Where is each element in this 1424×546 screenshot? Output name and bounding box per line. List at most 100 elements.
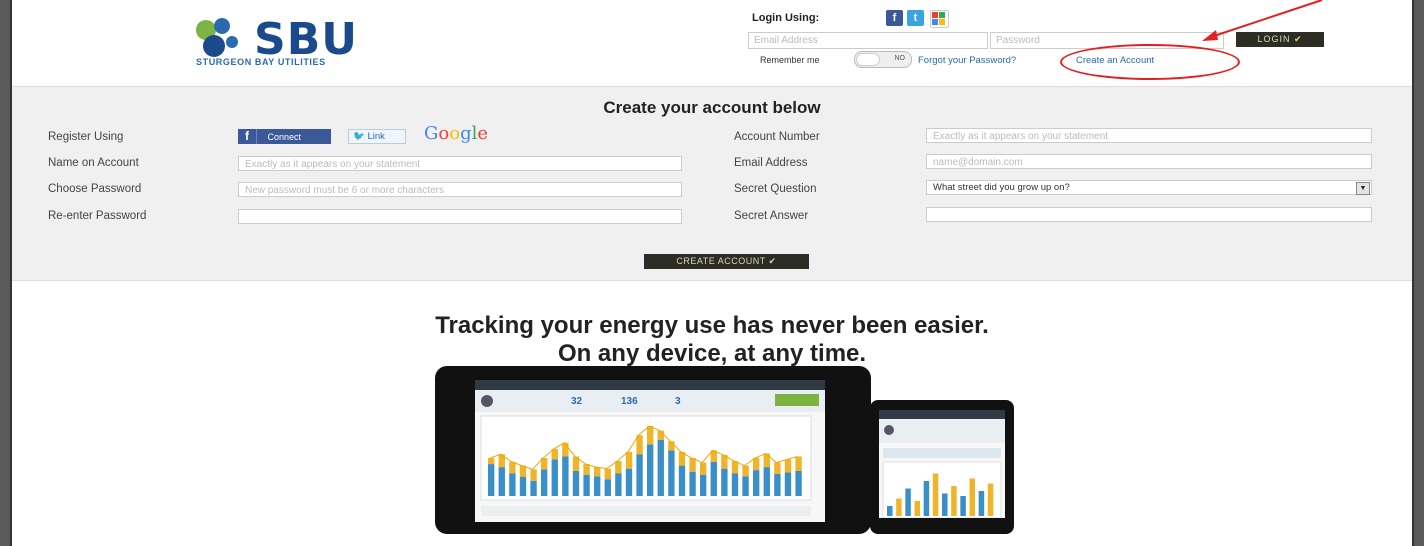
tablet-bar (700, 474, 707, 496)
tablet-bar-overlay (700, 462, 707, 475)
email-address-input[interactable]: name@domain.com (926, 154, 1372, 169)
phone-bar (960, 496, 966, 516)
tablet-dashboard-graphic: 32 136 3 (475, 380, 825, 516)
panel-title: Create your account below (603, 98, 821, 117)
phone-bar (914, 501, 920, 516)
tablet-bar-overlay (763, 453, 770, 468)
tablet-bar (551, 459, 558, 496)
annotation-arrow-icon (1202, 0, 1323, 41)
tablet-bar (509, 473, 516, 496)
stat-value-2: 136 (621, 396, 638, 407)
tablet-bar-overlay (753, 458, 760, 471)
tablet-bar (668, 450, 675, 496)
account-number-label: Account Number (734, 131, 820, 143)
phone-device-image (870, 400, 1014, 534)
reenter-password-input[interactable] (238, 209, 682, 224)
name-on-account-input[interactable]: Exactly as it appears on your statement (238, 156, 682, 171)
promo-headline: Tracking your energy use has never been … (12, 312, 1412, 368)
name-on-account-label: Name on Account (48, 157, 139, 169)
tablet-bar (678, 465, 686, 496)
tablet-bar (721, 468, 728, 496)
create-account-panel: Create your account below Register Using… (12, 87, 1412, 281)
phone-bar (951, 486, 957, 516)
phone-bar (932, 473, 939, 516)
tablet-bar-overlay (647, 426, 654, 445)
promo-line-2: On any device, at any time. (557, 340, 867, 367)
facebook-connect-button[interactable]: f Connect (238, 129, 331, 144)
browser-page: SBU STURGEON BAY UTILITIES Login Using: … (10, 0, 1414, 546)
phone-dashboard-graphic (879, 410, 1005, 526)
tablet-bar-overlay (604, 468, 611, 480)
chevron-down-icon[interactable]: ▼ (1356, 182, 1370, 195)
tablet-bar-overlay (594, 467, 601, 477)
tablet-bar (572, 470, 580, 496)
facebook-connect-label: Connect (267, 132, 302, 142)
phone-dashboard-screenshot (879, 410, 1005, 526)
tablet-bar (647, 444, 654, 496)
phone-bar (923, 481, 930, 516)
account-number-input[interactable]: Exactly as it appears on your statement (926, 128, 1372, 143)
tablet-bar-overlay (509, 461, 516, 474)
tablet-bar (753, 470, 760, 496)
reenter-password-label: Re-enter Password (48, 210, 147, 222)
phone-bar (978, 491, 985, 516)
phone-bar (896, 498, 902, 516)
tablet-bar-overlay (689, 458, 696, 472)
google-register-button[interactable]: Google (424, 123, 488, 144)
tablet-bar (583, 474, 590, 496)
tablet-bar (689, 471, 696, 496)
tablet-bar (774, 473, 781, 496)
phone-bar (969, 478, 975, 516)
tablet-bar-overlay (774, 462, 781, 474)
stat-value-3: 3 (675, 396, 681, 407)
tablet-bar (763, 467, 770, 496)
choose-password-input[interactable]: New password must be 6 or more character… (238, 182, 682, 197)
stat-value-1: 32 (571, 396, 583, 407)
tablet-bar (562, 456, 569, 496)
tablet-bar (710, 461, 717, 496)
tablet-bar (519, 477, 527, 496)
secret-answer-label: Secret Answer (734, 210, 809, 222)
tablet-device-image: 32 136 3 (435, 366, 871, 534)
tablet-bar-overlay (519, 465, 527, 477)
tablet-bar-overlay (530, 469, 537, 481)
tablet-bar (795, 470, 802, 496)
tablet-bar (731, 473, 739, 496)
tablet-bar (615, 473, 622, 496)
tablet-bar-overlay (625, 451, 633, 469)
tablet-bar (594, 476, 601, 496)
tablet-bar-overlay (742, 465, 749, 477)
tablet-dashboard-screenshot: 32 136 3 (475, 380, 825, 522)
tablet-bar (498, 467, 505, 496)
secret-question-value: What street did you grow up on? (933, 182, 1070, 193)
promo-line-1: Tracking your energy use has never been … (435, 312, 989, 339)
tablet-bar (625, 468, 633, 496)
secret-question-label: Secret Question (734, 183, 817, 195)
tablet-bar (742, 476, 749, 496)
tablet-bar-overlay (488, 458, 495, 465)
twitter-link-button[interactable]: 🐦 Link (348, 129, 406, 144)
create-account-button[interactable]: CREATE ACCOUNT ✔ (644, 254, 809, 269)
email-address-label: Email Address (734, 157, 808, 169)
tablet-bar (530, 480, 537, 496)
tablet-bar-overlay (615, 461, 622, 474)
tablet-bar-overlay (583, 464, 590, 475)
phone-bar (887, 506, 893, 516)
phone-bar (987, 483, 994, 516)
phone-bar (905, 488, 911, 516)
facebook-icon: f (238, 129, 257, 144)
tablet-bar (604, 479, 611, 496)
twitter-bird-icon: 🐦 (353, 131, 365, 142)
tablet-bar (784, 472, 792, 496)
tablet-bar (488, 464, 495, 496)
tablet-bar-overlay (784, 459, 792, 473)
tablet-bar (657, 439, 664, 496)
register-using-label: Register Using (48, 131, 124, 143)
tablet-bar (541, 469, 548, 496)
secret-question-select[interactable]: What street did you grow up on? ▼ (926, 180, 1372, 195)
tablet-bar (636, 454, 643, 496)
secret-answer-input[interactable] (926, 207, 1372, 222)
choose-password-label: Choose Password (48, 183, 142, 195)
tablet-bar-overlay (795, 456, 802, 471)
phone-bar (942, 493, 948, 516)
